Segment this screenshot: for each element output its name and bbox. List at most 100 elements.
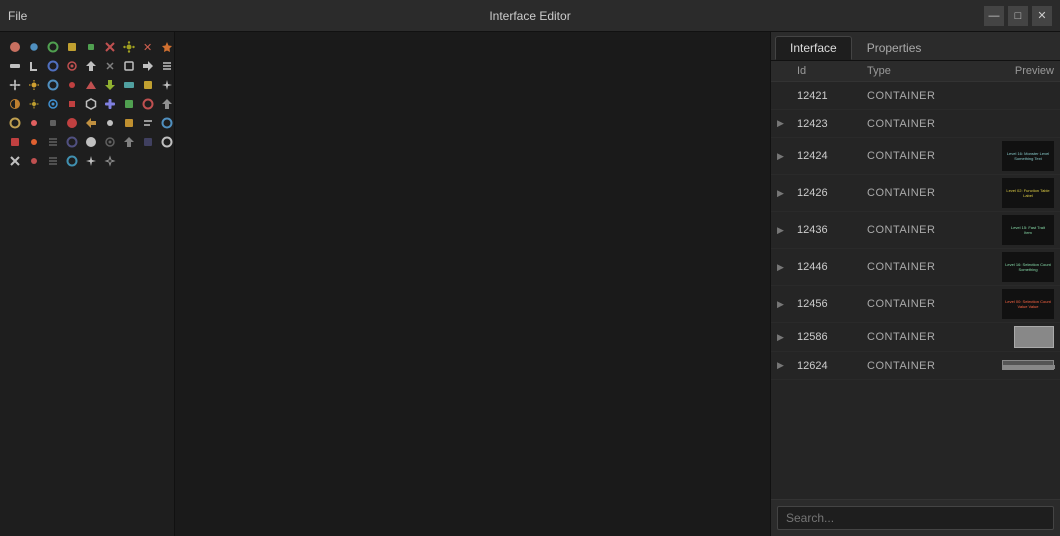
icon-cell[interactable] [6, 114, 24, 132]
table-row[interactable]: ▶ 12423 CONTAINER [771, 110, 1060, 138]
icon-cell[interactable] [120, 114, 138, 132]
icon-cell[interactable] [25, 95, 43, 113]
icon-cell[interactable] [82, 57, 100, 75]
icon-cell[interactable] [101, 133, 119, 151]
icon-cell[interactable] [6, 95, 24, 113]
icon-cell[interactable] [120, 133, 138, 151]
expand-arrow-icon[interactable]: ▶ [777, 360, 784, 371]
icon-cell[interactable] [44, 38, 62, 56]
icon-cell[interactable] [120, 76, 138, 94]
icon-cell[interactable] [101, 114, 119, 132]
icon-cell[interactable] [63, 38, 81, 56]
icon-cell[interactable] [82, 152, 100, 170]
maximize-button[interactable]: □ [1008, 6, 1028, 26]
icon-cell[interactable] [101, 95, 119, 113]
col-type: Type [867, 65, 967, 77]
row-expand[interactable]: ▶ [777, 332, 797, 343]
expand-arrow-icon[interactable]: ▶ [777, 118, 784, 129]
icon-cell[interactable] [120, 38, 138, 56]
icon-cell[interactable] [120, 57, 138, 75]
icon-cell[interactable] [158, 114, 175, 132]
close-button[interactable]: ✕ [1032, 6, 1052, 26]
icon-cell[interactable] [82, 76, 100, 94]
expand-arrow-icon[interactable]: ▶ [777, 151, 784, 162]
icon-cell[interactable] [6, 76, 24, 94]
icon-cell[interactable] [139, 133, 157, 151]
table-row[interactable]: ▶ 12586 CONTAINER [771, 323, 1060, 352]
icon-cell[interactable] [44, 95, 62, 113]
icon-cell[interactable] [120, 95, 138, 113]
file-menu[interactable]: File [8, 9, 27, 23]
icon-cell[interactable] [139, 76, 157, 94]
icon-cell[interactable] [158, 95, 175, 113]
icon-cell[interactable] [44, 133, 62, 151]
search-bar [771, 499, 1060, 536]
icon-cell[interactable] [6, 152, 24, 170]
icon-cell[interactable] [25, 152, 43, 170]
expand-arrow-icon[interactable]: ▶ [777, 332, 784, 343]
icon-cell[interactable] [101, 38, 119, 56]
row-expand[interactable]: ▶ [777, 151, 797, 162]
icon-cell[interactable] [158, 38, 175, 56]
icon-cell[interactable] [101, 57, 119, 75]
icon-cell[interactable] [63, 57, 81, 75]
icon-cell[interactable] [25, 57, 43, 75]
icon-cell[interactable] [25, 114, 43, 132]
icon-cell[interactable] [101, 76, 119, 94]
table-row[interactable]: ▶ 12624 CONTAINER [771, 352, 1060, 380]
tab-properties[interactable]: Properties [852, 36, 937, 60]
row-expand[interactable]: ▶ [777, 299, 797, 310]
icon-cell[interactable] [82, 133, 100, 151]
row-expand[interactable]: ▶ [777, 360, 797, 371]
icon-cell[interactable] [25, 133, 43, 151]
table-row[interactable]: 12421 CONTAINER [771, 82, 1060, 110]
icon-cell[interactable] [6, 133, 24, 151]
icon-cell[interactable] [63, 76, 81, 94]
row-expand[interactable]: ▶ [777, 188, 797, 199]
col-preview: Preview [967, 65, 1054, 77]
icon-cell[interactable] [139, 95, 157, 113]
icon-cell[interactable]: ✕ [139, 38, 157, 56]
tab-interface[interactable]: Interface [775, 36, 852, 60]
table-row[interactable]: ▶ 12424 CONTAINER Level 16: Monster Leve… [771, 138, 1060, 175]
icon-cell[interactable] [158, 76, 175, 94]
row-expand[interactable]: ▶ [777, 262, 797, 273]
icon-cell[interactable] [139, 57, 157, 75]
expand-arrow-icon[interactable]: ▶ [777, 262, 784, 273]
row-id: 12456 [797, 298, 867, 310]
expand-arrow-icon[interactable]: ▶ [777, 299, 784, 310]
table-row[interactable]: ▶ 12436 CONTAINER Level 15: Fast TraitIt… [771, 212, 1060, 249]
icon-cell[interactable] [158, 133, 175, 151]
icon-cell[interactable] [82, 38, 100, 56]
row-expand[interactable]: ▶ [777, 118, 797, 129]
table-row[interactable]: ▶ 12456 CONTAINER Level 00: Selection Co… [771, 286, 1060, 323]
expand-arrow-icon[interactable]: ▶ [777, 188, 784, 199]
icon-cell[interactable] [63, 95, 81, 113]
icon-cell[interactable] [44, 57, 62, 75]
expand-arrow-icon[interactable]: ▶ [777, 225, 784, 236]
table-row[interactable]: ▶ 12446 CONTAINER Level 16: Selection Co… [771, 249, 1060, 286]
icon-cell[interactable] [25, 38, 43, 56]
icon-cell[interactable] [82, 114, 100, 132]
icon-cell[interactable] [63, 114, 81, 132]
row-type: CONTAINER [867, 331, 967, 343]
icon-cell[interactable] [44, 152, 62, 170]
icon-cell[interactable] [44, 114, 62, 132]
row-expand[interactable]: ▶ [777, 225, 797, 236]
icon-cell[interactable] [158, 57, 175, 75]
row-id: 12624 [797, 360, 867, 372]
minimize-button[interactable]: — [984, 6, 1004, 26]
icon-cell[interactable] [25, 76, 43, 94]
icon-cell[interactable] [82, 95, 100, 113]
icon-cell[interactable] [6, 38, 24, 56]
table-row[interactable]: ▶ 12426 CONTAINER Level 02: Function Tab… [771, 175, 1060, 212]
icon-cell[interactable] [44, 76, 62, 94]
icon-cell[interactable] [63, 133, 81, 151]
icon-cell[interactable] [63, 152, 81, 170]
icon-cell[interactable] [101, 152, 119, 170]
title-bar: File Interface Editor — □ ✕ [0, 0, 1060, 32]
row-id: 12426 [797, 187, 867, 199]
icon-cell[interactable] [6, 57, 24, 75]
icon-cell[interactable] [139, 114, 157, 132]
search-input[interactable] [777, 506, 1054, 530]
